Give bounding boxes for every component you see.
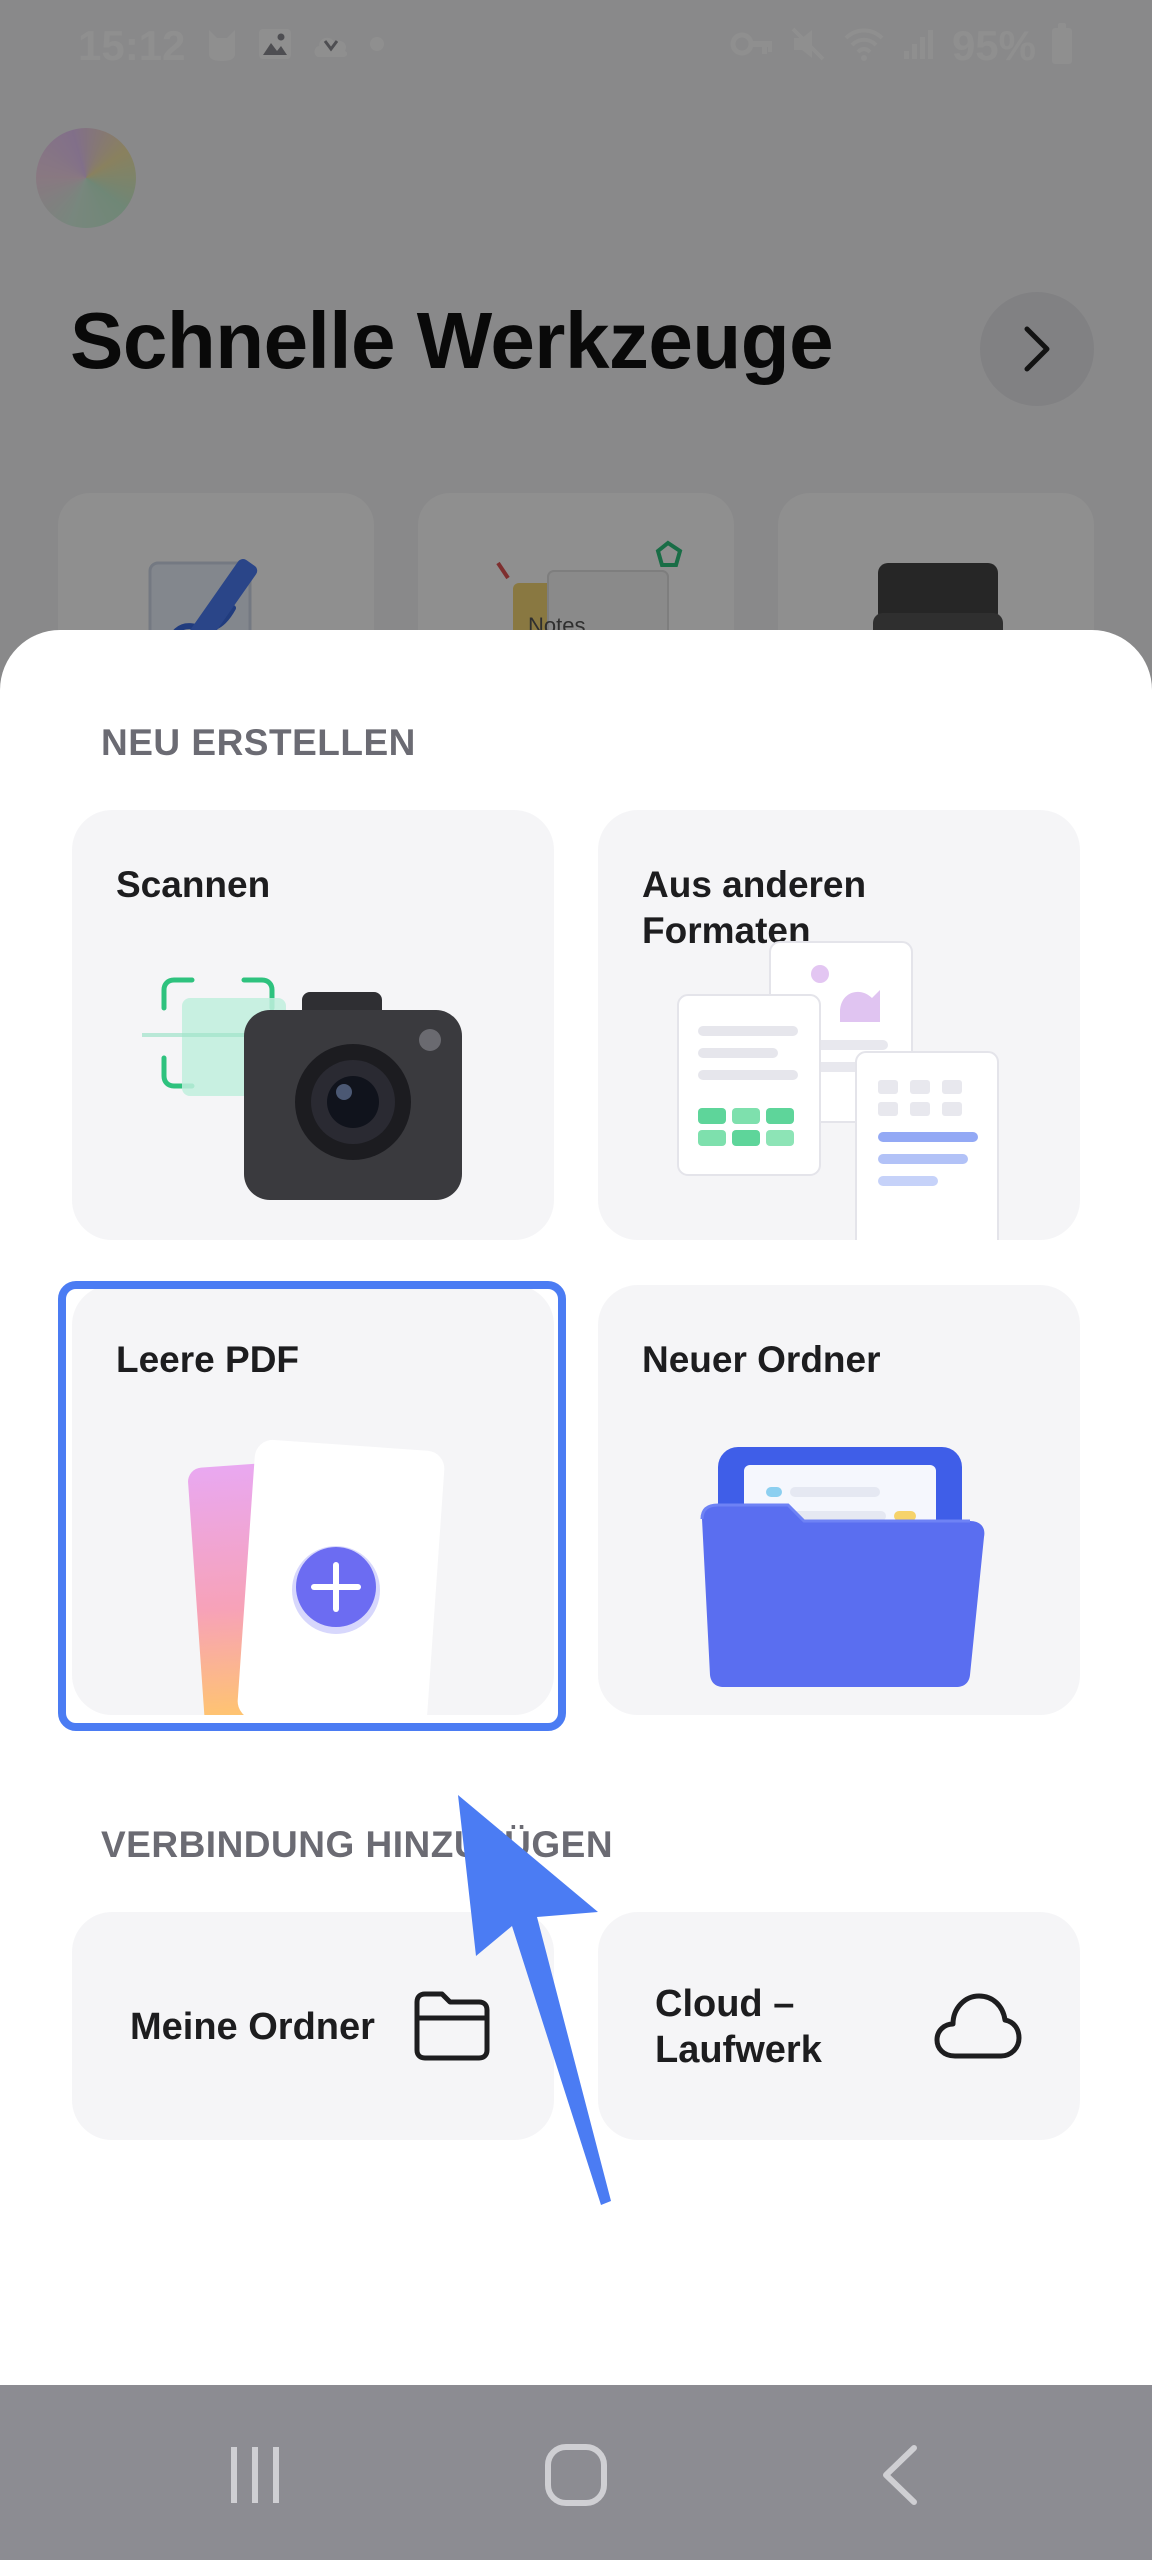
blank-pdf-card-label: Leere PDF — [116, 1339, 300, 1380]
home-icon — [545, 2444, 607, 2506]
navigation-bar — [0, 2385, 1152, 2560]
section-label-create: NEU ERSTELLEN — [101, 722, 416, 763]
other-formats-card[interactable]: Aus anderen Formaten — [598, 810, 1080, 1240]
blank-pdf-card[interactable]: Leere PDF — [72, 1285, 554, 1715]
recents-icon — [231, 2447, 279, 2503]
new-folder-icon — [700, 1447, 985, 1687]
my-folders-label: Meine Ordner — [130, 2006, 375, 2048]
recents-button[interactable] — [205, 2425, 305, 2525]
folder-icon — [414, 1991, 490, 2061]
camera-icon — [142, 977, 462, 1200]
back-icon — [883, 2445, 917, 2505]
new-folder-card[interactable]: Neuer Ordner — [598, 1285, 1080, 1715]
cloud-drive-card[interactable]: Cloud – Laufwerk — [598, 1912, 1080, 2140]
section-label-connect: VERBINDUNG HINZUFÜGEN — [101, 1824, 614, 1865]
cloud-drive-label: Cloud – Laufwerk — [655, 1983, 822, 2071]
blank-pdf-icon — [188, 1439, 445, 1715]
scan-card[interactable]: Scannen — [72, 810, 554, 1240]
home-button[interactable] — [526, 2425, 626, 2525]
documents-icon — [677, 941, 999, 1240]
new-folder-card-label: Neuer Ordner — [642, 1339, 881, 1380]
cloud-icon — [934, 1993, 1022, 2059]
my-folders-card[interactable]: Meine Ordner — [72, 1912, 554, 2140]
back-button[interactable] — [850, 2425, 950, 2525]
create-bottom-sheet: NEU ERSTELLEN Scannen Aus anderen Format… — [0, 630, 1152, 2385]
scan-card-label: Scannen — [116, 864, 271, 905]
